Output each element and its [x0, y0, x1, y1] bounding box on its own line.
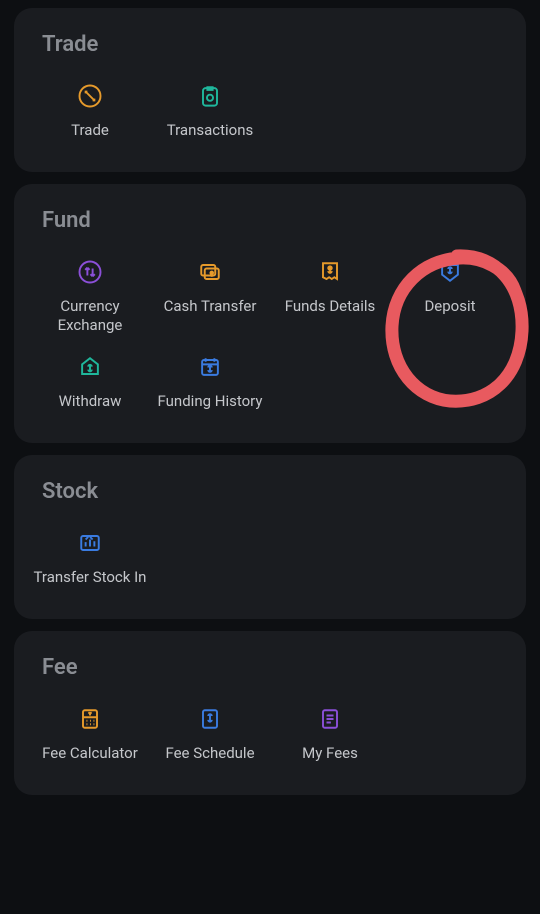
- trade-title: Trade: [30, 32, 510, 57]
- deposit-item[interactable]: Deposit: [390, 253, 510, 339]
- item-label: Deposit: [424, 297, 475, 316]
- withdraw-icon: [75, 352, 105, 382]
- item-label: Fee Calculator: [42, 744, 138, 763]
- fund-title: Fund: [30, 208, 510, 233]
- item-label: Currency Exchange: [32, 297, 148, 335]
- cash-transfer-item[interactable]: Cash Transfer: [150, 253, 270, 339]
- my-fees-item[interactable]: My Fees: [270, 700, 390, 767]
- item-label: Withdraw: [59, 392, 122, 411]
- transactions-icon: [195, 81, 225, 111]
- trade-section: Trade Trade Transactions: [14, 8, 526, 172]
- item-label: My Fees: [302, 744, 358, 763]
- fund-section: Fund Currency Exchange Cash Transfer: [14, 184, 526, 443]
- trade-icon: [75, 81, 105, 111]
- funding-history-item[interactable]: Funding History: [150, 348, 270, 415]
- item-label: Trade: [71, 121, 109, 140]
- deposit-icon: [435, 257, 465, 287]
- withdraw-item[interactable]: Withdraw: [30, 348, 150, 415]
- trade-grid: Trade Transactions: [30, 77, 510, 144]
- stock-title: Stock: [30, 479, 510, 504]
- calculator-icon: [75, 704, 105, 734]
- item-label: Transactions: [167, 121, 254, 140]
- transfer-stock-in-item[interactable]: Transfer Stock In: [30, 524, 150, 591]
- fund-grid: Currency Exchange Cash Transfer Funds De…: [30, 253, 510, 415]
- funds-details-item[interactable]: Funds Details: [270, 253, 390, 339]
- item-label: Cash Transfer: [164, 297, 257, 316]
- funding-history-icon: [195, 352, 225, 382]
- currency-exchange-item[interactable]: Currency Exchange: [30, 253, 150, 339]
- cash-transfer-icon: [195, 257, 225, 287]
- stock-grid: Transfer Stock In: [30, 524, 510, 591]
- fee-schedule-item[interactable]: Fee Schedule: [150, 700, 270, 767]
- stock-section: Stock Transfer Stock In: [14, 455, 526, 619]
- funds-details-icon: [315, 257, 345, 287]
- my-fees-icon: [315, 704, 345, 734]
- trade-item[interactable]: Trade: [30, 77, 150, 144]
- transfer-stock-in-icon: [75, 528, 105, 558]
- fee-grid: Fee Calculator Fee Schedule My Fees: [30, 700, 510, 767]
- item-label: Fee Schedule: [165, 744, 254, 763]
- item-label: Funding History: [158, 392, 263, 411]
- fee-title: Fee: [30, 655, 510, 680]
- fee-schedule-icon: [195, 704, 225, 734]
- currency-exchange-icon: [75, 257, 105, 287]
- item-label: Funds Details: [285, 297, 376, 316]
- item-label: Transfer Stock In: [34, 568, 147, 587]
- transactions-item[interactable]: Transactions: [150, 77, 270, 144]
- fee-calculator-item[interactable]: Fee Calculator: [30, 700, 150, 767]
- fee-section: Fee Fee Calculator Fee Schedule: [14, 631, 526, 795]
